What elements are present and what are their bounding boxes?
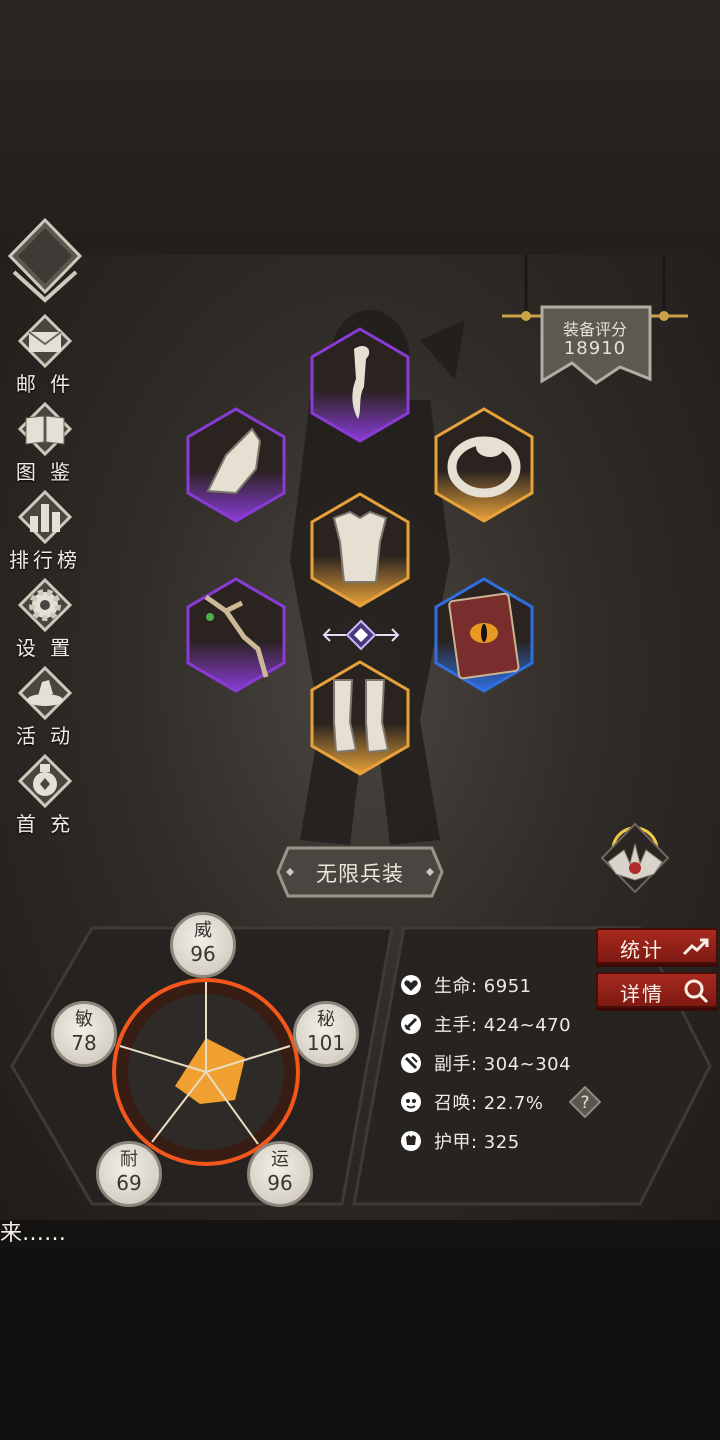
menu-settings[interactable]: 设 置 [6, 578, 84, 666]
summon-help-button[interactable]: ? [569, 1086, 601, 1118]
attribute-nai: 耐 69 [96, 1141, 162, 1207]
menu-label-ranking: 排行榜 [9, 548, 81, 572]
set-title: 无限兵装 [316, 862, 404, 886]
menu-label-mail: 邮 件 [15, 372, 75, 396]
swap-set-button[interactable] [322, 618, 400, 652]
stat-row-armor: 护甲: 325 [400, 1127, 520, 1155]
ranking-icon [18, 490, 72, 544]
equip-slot-scarf[interactable] [310, 327, 410, 443]
equip-slot-ring[interactable] [434, 407, 534, 523]
gear-icon [18, 578, 72, 632]
stat-row-summon: 召唤: 22.7% [400, 1088, 543, 1116]
marquee-bar [0, 1220, 720, 1248]
stat-armor: 护甲: 325 [434, 1132, 520, 1153]
attribute-nai-value: 69 [116, 1171, 142, 1195]
sword-icon [401, 1014, 421, 1034]
menu-label-first-recharge: 首 充 [15, 812, 75, 836]
search-icon [684, 979, 709, 1004]
equipment-score-label: 装备评分 [562, 320, 627, 339]
equipment-score-value: 18910 [563, 338, 627, 359]
attribute-wei-name: 威 [194, 920, 212, 941]
mail-icon [18, 314, 72, 368]
rank-badge-icon[interactable] [594, 818, 676, 896]
menu-first-recharge[interactable]: 首 充 [6, 754, 84, 842]
menu-label-events: 活 动 [15, 724, 75, 748]
details-button[interactable]: 详情 [596, 972, 718, 1008]
stat-row-hp: 生命: 6951 [400, 971, 532, 999]
trend-up-icon [682, 938, 709, 956]
attribute-min-name: 敏 [75, 1009, 93, 1030]
first-recharge-icon [18, 754, 72, 808]
menu-ranking[interactable]: 排行榜 [6, 490, 84, 578]
stat-hp: 生命: 6951 [434, 976, 532, 997]
attribute-wei: 威 96 [170, 912, 236, 978]
menu-mail[interactable]: 邮 件 [6, 314, 84, 402]
attribute-wei-value: 96 [190, 942, 216, 966]
help-icon: ? [580, 1093, 589, 1113]
stat-off-hand: 副手: 304~304 [434, 1054, 572, 1075]
heart-icon [401, 975, 421, 995]
menu-label-settings: 设 置 [15, 636, 75, 660]
statistics-button[interactable]: 统计 [596, 928, 718, 964]
statistics-button-label: 统计 [620, 938, 664, 962]
attribute-yun-value: 96 [267, 1171, 293, 1195]
summon-icon [401, 1092, 421, 1112]
book-icon [18, 402, 72, 456]
attribute-yun-name: 运 [271, 1149, 289, 1170]
menu-codex[interactable]: 图 鉴 [6, 402, 84, 490]
event-icon [18, 666, 72, 720]
offhand-icon [401, 1053, 421, 1073]
collapse-menu-button[interactable] [8, 218, 82, 304]
stat-main-hand: 主手: 424~470 [434, 1015, 572, 1036]
stat-row-off-hand: 副手: 304~304 [400, 1049, 571, 1077]
attribute-min: 敏 78 [51, 1001, 117, 1067]
menu-label-codex: 图 鉴 [15, 460, 75, 484]
details-button-label: 详情 [620, 982, 664, 1006]
equip-slot-gauntlet[interactable] [186, 407, 286, 523]
equip-slot-staff[interactable] [186, 577, 286, 693]
bottom-background [0, 1248, 720, 1440]
stat-row-main-hand: 主手: 424~470 [400, 1010, 571, 1038]
attribute-nai-name: 耐 [120, 1149, 138, 1170]
attribute-yun: 运 96 [247, 1141, 313, 1207]
marquee-text: 来…… [0, 1221, 67, 1246]
equip-slot-greaves[interactable] [310, 660, 410, 776]
equip-slot-armor[interactable] [310, 492, 410, 608]
top-background [0, 0, 720, 255]
armor-icon [401, 1131, 421, 1151]
menu-events[interactable]: 活 动 [6, 666, 84, 754]
stat-summon: 召唤: 22.7% [434, 1093, 544, 1114]
attribute-mi-value: 101 [306, 1031, 346, 1055]
equip-slot-tome[interactable] [434, 577, 534, 693]
attribute-min-value: 78 [71, 1031, 97, 1055]
attribute-mi-name: 秘 [317, 1009, 335, 1030]
attribute-mi: 秘 101 [293, 1001, 359, 1067]
